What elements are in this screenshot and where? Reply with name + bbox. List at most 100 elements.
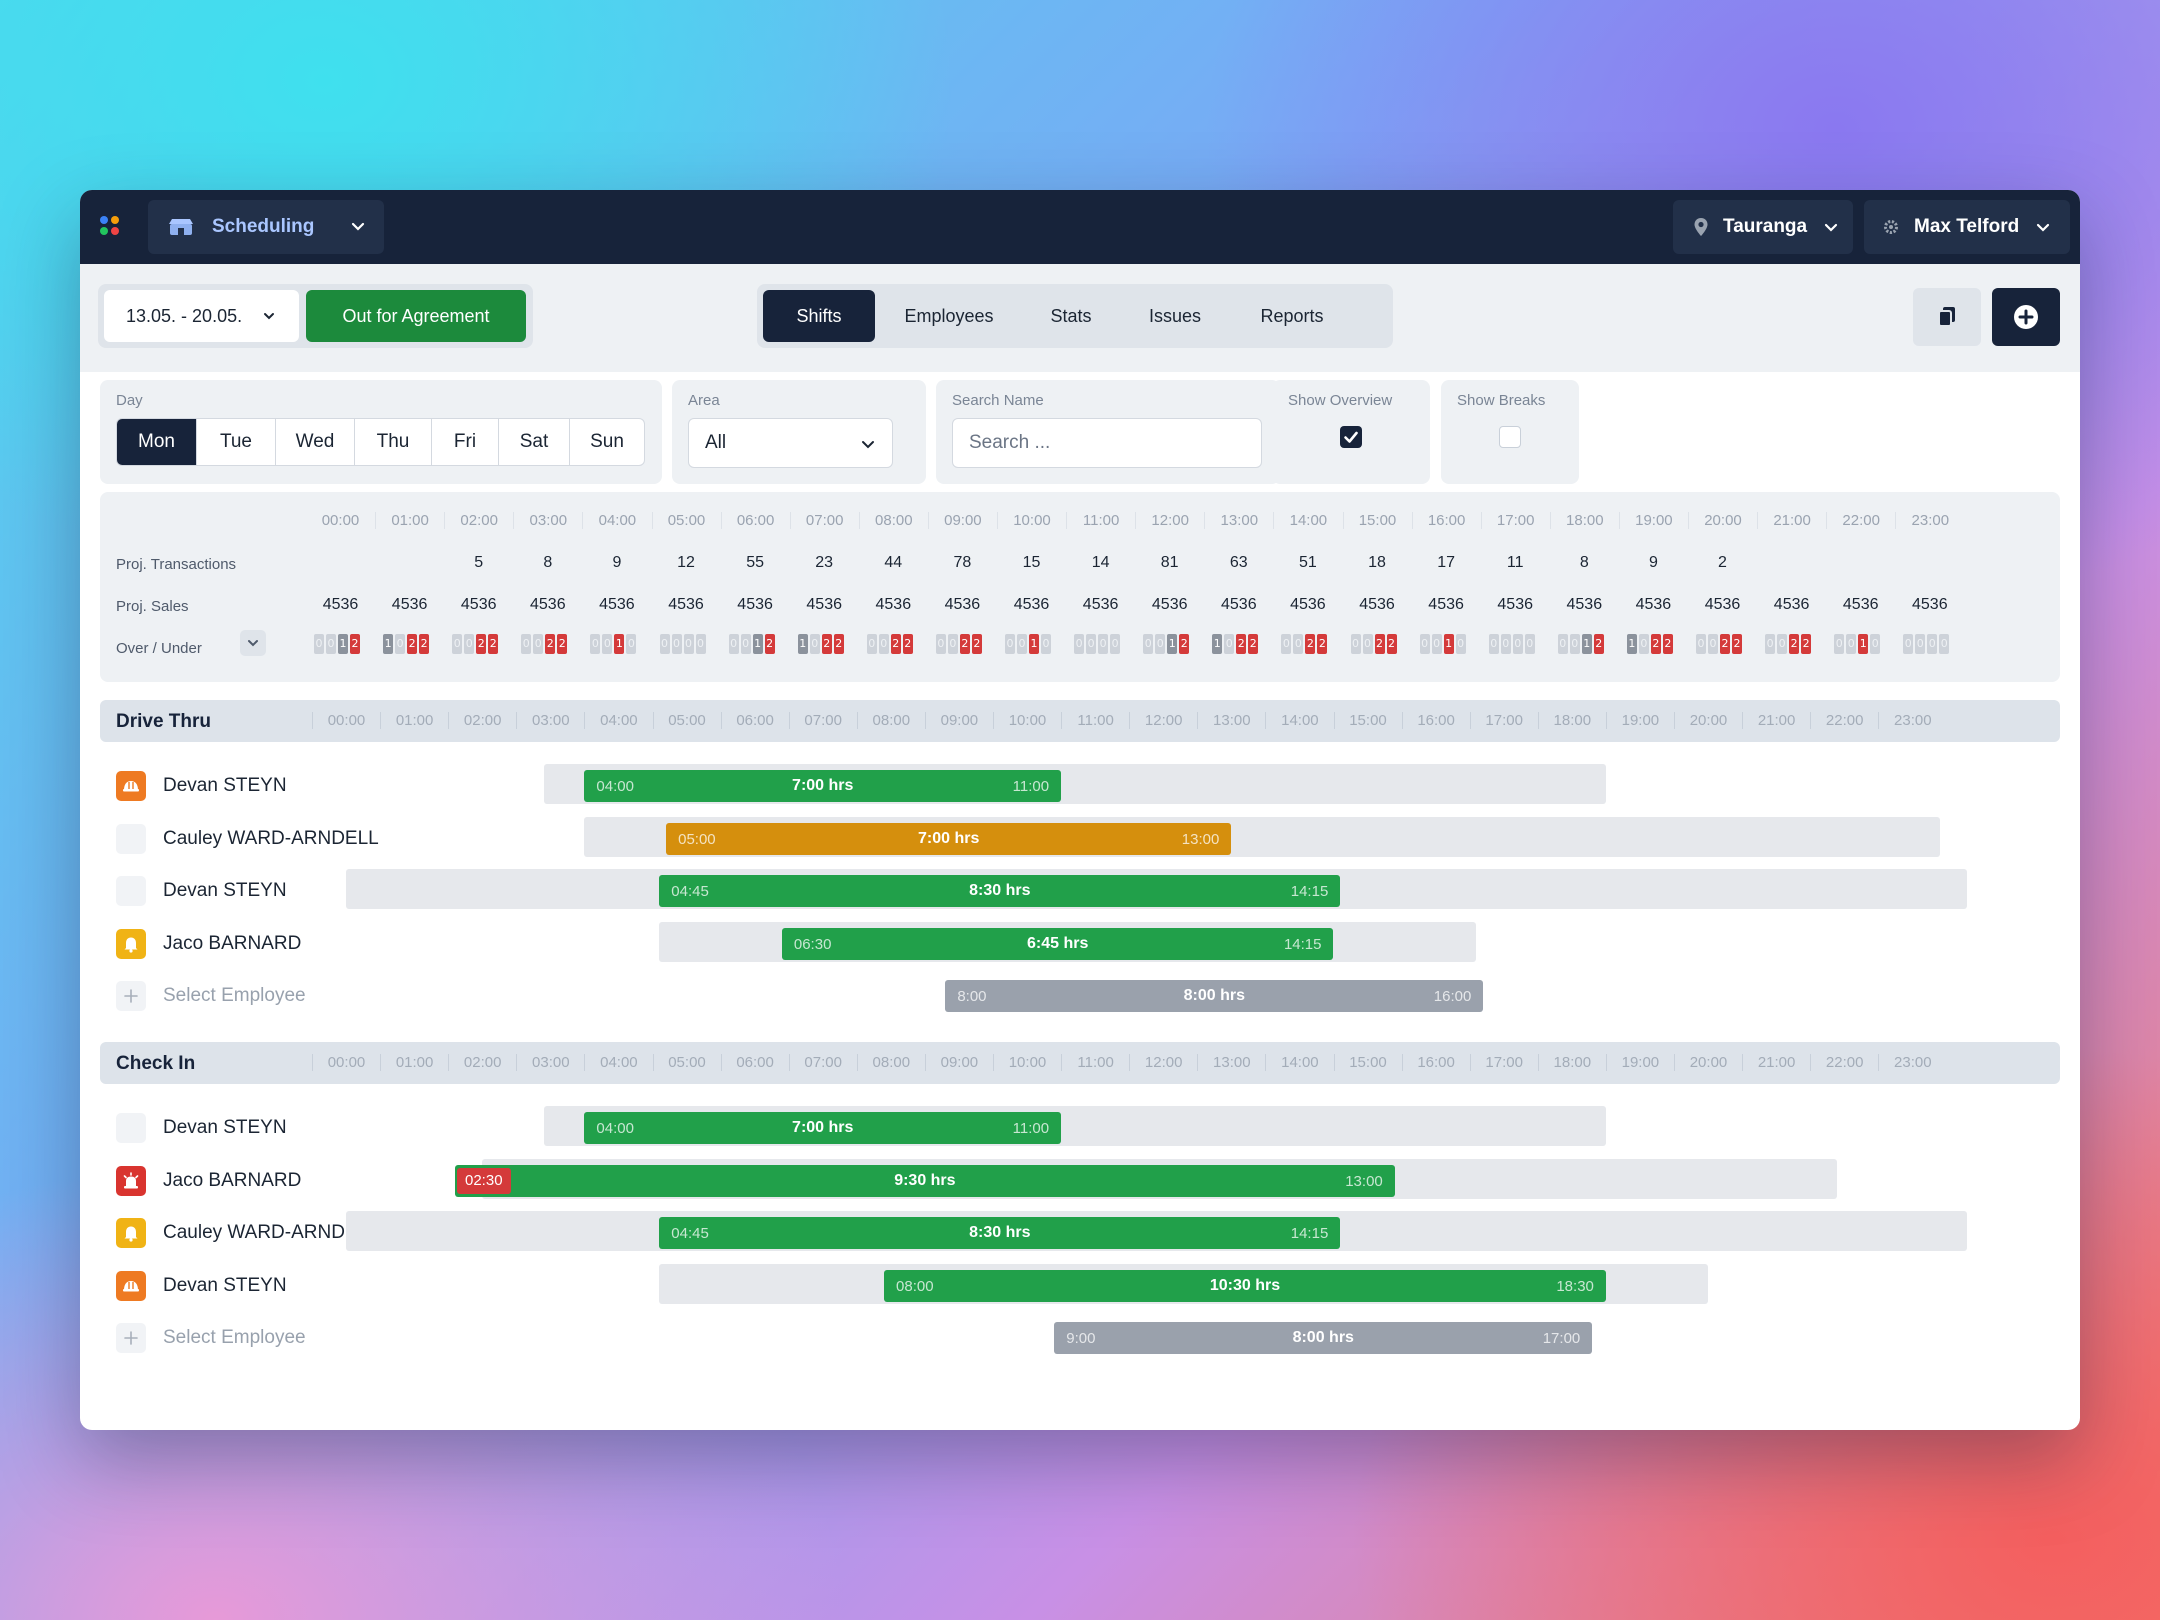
- over-under-digit: 0: [695, 634, 706, 654]
- section-hour-label: 08:00: [856, 712, 925, 729]
- add-button[interactable]: [1992, 288, 2060, 346]
- hour-label: 07:00: [789, 512, 859, 529]
- area-label: Area: [688, 392, 720, 409]
- checkmark-icon: [1344, 431, 1358, 443]
- tab-stats[interactable]: Stats: [1023, 290, 1119, 342]
- over-under-digit: 2: [1236, 634, 1247, 654]
- over-under-toggle[interactable]: [240, 630, 266, 656]
- shift-bar[interactable]: 9:00 8:00 hrs 17:00: [1054, 1322, 1593, 1354]
- hour-label: 19:00: [1618, 512, 1688, 529]
- shift-bar[interactable]: 04:00 7:00 hrs 11:00: [584, 770, 1062, 802]
- day-fri[interactable]: Fri: [432, 419, 499, 465]
- sales-value: 4536: [737, 596, 773, 613]
- shift-duration: 7:00 hrs: [792, 1119, 854, 1136]
- shift-bar[interactable]: 05:00 7:00 hrs 13:00: [666, 822, 1232, 855]
- over-under-digit: 0: [395, 634, 406, 654]
- chevron-down-icon: [862, 441, 874, 449]
- transactions-value: 8: [1579, 554, 1589, 571]
- employee-name[interactable]: Devan STEYN: [163, 1275, 287, 1297]
- app-logo-icon[interactable]: [100, 216, 122, 238]
- employee-name[interactable]: Devan STEYN: [163, 1117, 287, 1139]
- over-under-digit: 2: [1386, 634, 1397, 654]
- chevron-down-icon: [351, 222, 365, 231]
- section-hour-label: 05:00: [652, 1054, 721, 1071]
- over-under-cell: 0022: [1696, 634, 1742, 654]
- employee-name[interactable]: Devan STEYN: [163, 775, 287, 797]
- select-employee-row: Select Employee 8:00 8:00 hrs 16:00: [80, 970, 2080, 1022]
- hour-label: 20:00: [1688, 512, 1757, 529]
- over-under-cell: 0010: [1834, 634, 1881, 654]
- tab-shifts[interactable]: Shifts: [763, 290, 875, 342]
- shift-bar[interactable]: 04:00 7:00 hrs 11:00: [584, 1112, 1062, 1144]
- over-under-cell: 0010: [1005, 634, 1051, 654]
- section-hour-label: 17:00: [1469, 712, 1538, 729]
- section-hour-label: 13:00: [1197, 1054, 1265, 1071]
- sales-value: 4536: [599, 596, 635, 613]
- over-under-digit: 0: [314, 634, 324, 654]
- date-range-select[interactable]: 13.05. - 20.05.: [104, 290, 299, 342]
- day-sun[interactable]: Sun: [570, 419, 644, 465]
- copy-button[interactable]: [1913, 288, 1981, 346]
- day-mon[interactable]: Mon: [117, 419, 197, 465]
- over-under-digit: 0: [1074, 634, 1085, 654]
- sales-value: 4536: [1566, 596, 1603, 613]
- over-under-digit: 2: [350, 634, 360, 654]
- over-under-digit: 2: [545, 634, 556, 654]
- over-under-cell: 0010: [590, 634, 637, 654]
- over-under-digit: 0: [935, 634, 946, 654]
- plus-icon[interactable]: [116, 981, 146, 1011]
- select-employee-button[interactable]: Select Employee: [163, 1327, 306, 1349]
- search-name-input[interactable]: [952, 418, 1262, 468]
- over-under-digit: 2: [1662, 634, 1673, 654]
- shift-end-time: 14:15: [1290, 883, 1329, 900]
- over-under-cell: 0012: [1143, 634, 1190, 654]
- over-under-digit: 0: [1143, 634, 1154, 654]
- show-overview-checkbox[interactable]: [1340, 426, 1362, 448]
- day-tue[interactable]: Tue: [197, 419, 276, 465]
- shift-bar[interactable]: 06:30 6:45 hrs 14:15: [781, 927, 1334, 960]
- show-breaks-checkbox[interactable]: [1499, 426, 1521, 448]
- section-hour-label: 20:00: [1674, 712, 1742, 729]
- day-thu[interactable]: Thu: [355, 419, 432, 465]
- section-hour-label: 07:00: [788, 712, 857, 729]
- location-name: Tauranga: [1723, 216, 1808, 237]
- yellow-bell-icon: [116, 1218, 146, 1248]
- plus-icon[interactable]: [116, 1323, 146, 1353]
- date-group: 13.05. - 20.05. Out for Agreement: [98, 284, 533, 348]
- day-wed[interactable]: Wed: [276, 419, 355, 465]
- over-under-digit: 2: [764, 634, 775, 654]
- app-switcher-dropdown[interactable]: Scheduling: [148, 200, 384, 254]
- select-employee-row: Select Employee 9:00 8:00 hrs 17:00: [80, 1312, 2080, 1364]
- tab-reports[interactable]: Reports: [1231, 290, 1353, 342]
- shift-bar[interactable]: 08:00 10:30 hrs 18:30: [884, 1269, 1606, 1302]
- hour-label: 09:00: [927, 512, 997, 529]
- shift-bar[interactable]: 04:45 8:30 hrs 14:15: [659, 875, 1341, 907]
- shift-bar[interactable]: 8:00 8:00 hrs 16:00: [945, 980, 1484, 1012]
- employee-name[interactable]: Cauley WARD-ARNDELL: [163, 828, 379, 850]
- day-sat[interactable]: Sat: [499, 419, 570, 465]
- out-for-agreement-button[interactable]: Out for Agreement: [306, 290, 526, 342]
- over-under-digit: 1: [1581, 634, 1592, 654]
- over-under-digit: 0: [1086, 634, 1097, 654]
- tab-employees[interactable]: Employees: [881, 290, 1017, 342]
- employee-name[interactable]: Devan STEYN: [163, 880, 287, 902]
- section-hour-label: 18:00: [1537, 712, 1606, 729]
- sales-value: 4536: [460, 596, 497, 613]
- tab-issues[interactable]: Issues: [1125, 290, 1225, 342]
- over-under-digit: 2: [1179, 634, 1190, 654]
- shift-bar[interactable]: 04:45 8:30 hrs 14:15: [659, 1217, 1341, 1249]
- shift-end-time: 14:15: [1290, 1225, 1329, 1242]
- area-select[interactable]: All: [688, 418, 893, 468]
- location-dropdown[interactable]: Tauranga: [1673, 200, 1853, 254]
- app-window: Scheduling Tauranga Max Telford 13.05. -…: [80, 190, 2080, 1430]
- select-employee-button[interactable]: Select Employee: [163, 985, 306, 1007]
- over-under-digit: 0: [452, 634, 463, 654]
- avatar-placeholder: [116, 823, 146, 854]
- employee-name[interactable]: Jaco BARNARD: [163, 933, 301, 955]
- user-menu-dropdown[interactable]: Max Telford: [1864, 200, 2070, 254]
- over-under-digit: 0: [1834, 634, 1845, 654]
- shift-bar[interactable]: 02:30 9:30 hrs 13:00: [455, 1164, 1395, 1197]
- over-under-digit: 2: [1374, 634, 1385, 654]
- employee-name[interactable]: Jaco BARNARD: [163, 1170, 301, 1192]
- over-under-digit: 0: [1765, 634, 1776, 654]
